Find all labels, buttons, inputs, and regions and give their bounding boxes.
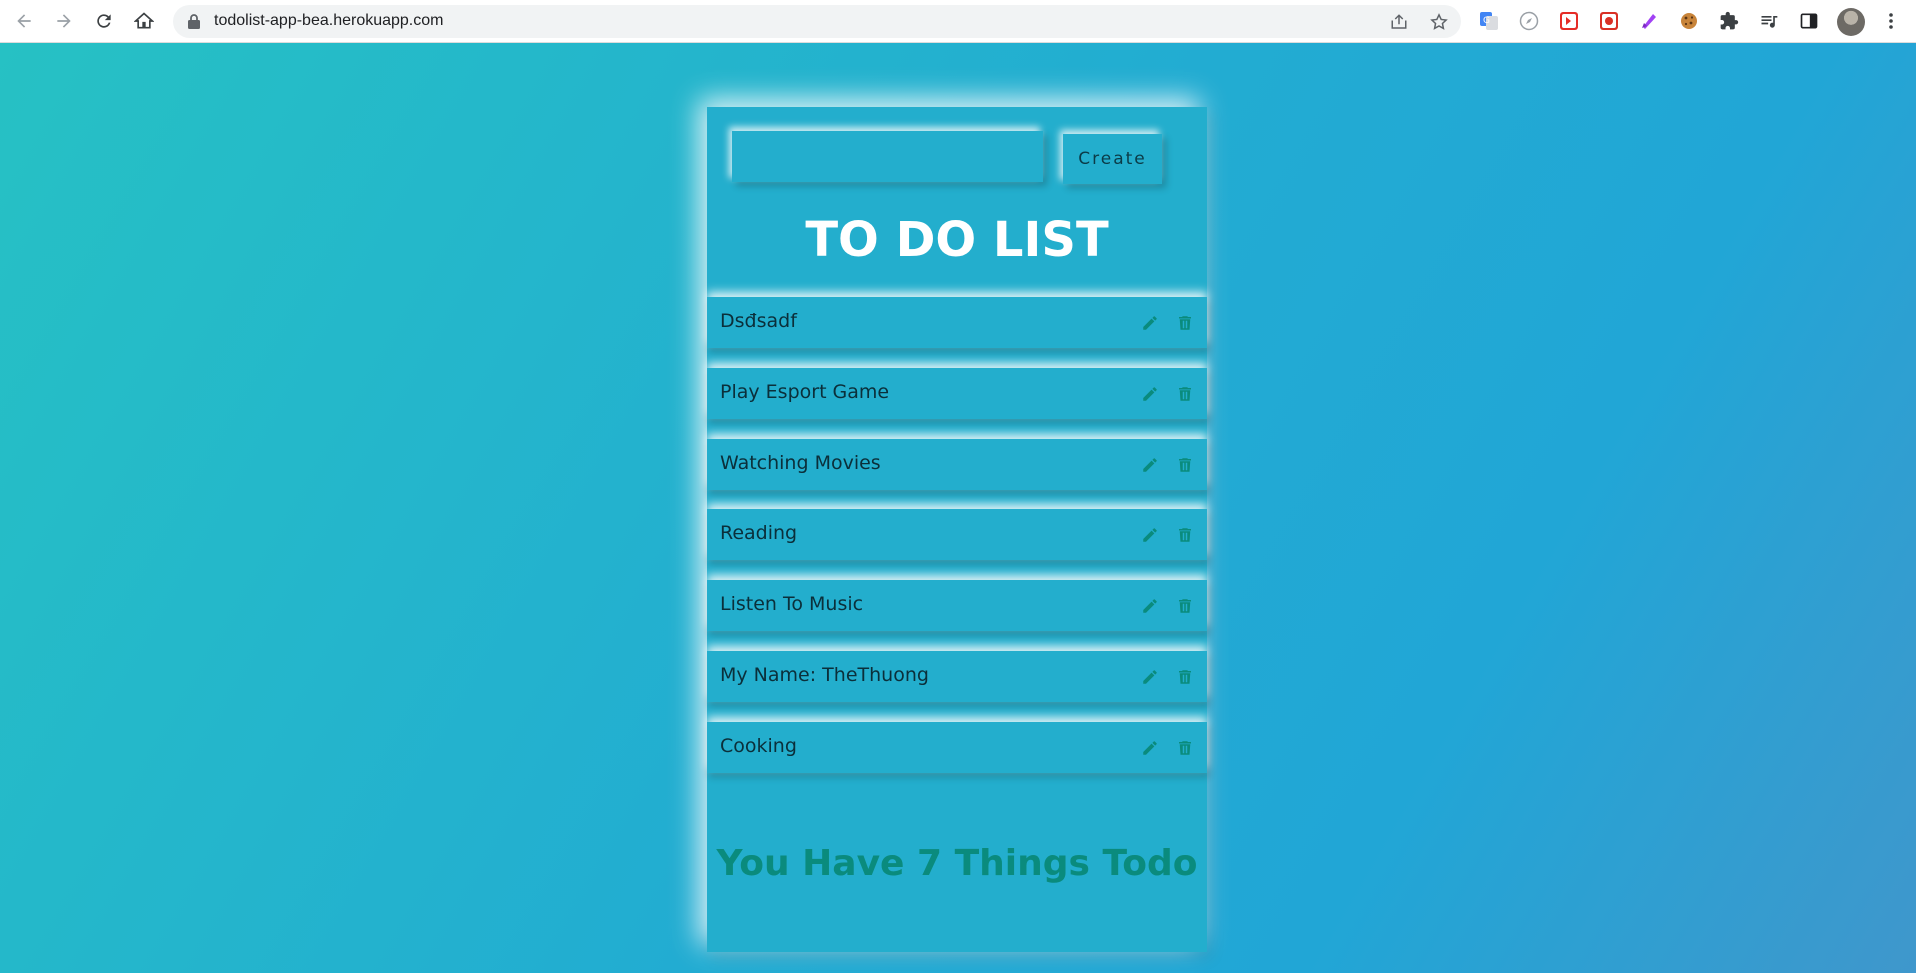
url-text[interactable]: todolist-app-bea.herokuapp.com	[214, 12, 443, 30]
cookie-icon[interactable]	[1678, 10, 1700, 32]
google-translate-icon[interactable]: G	[1478, 10, 1500, 32]
task-count-summary: You Have 7 Things Todo	[716, 843, 1198, 884]
trash-icon[interactable]	[1175, 738, 1195, 758]
pencil-icon[interactable]	[1140, 313, 1160, 333]
create-button[interactable]: Create	[1063, 134, 1162, 184]
task-text: Watching Movies	[720, 452, 881, 474]
purple-extension-icon[interactable]	[1638, 10, 1660, 32]
page-background: Create TO DO LIST Dsđsadf Play Esport Ga…	[0, 43, 1916, 973]
trash-icon[interactable]	[1175, 313, 1195, 333]
compass-icon[interactable]	[1518, 10, 1540, 32]
share-icon[interactable]	[1390, 13, 1408, 31]
pencil-icon[interactable]	[1140, 525, 1160, 545]
address-bar[interactable]: todolist-app-bea.herokuapp.com	[173, 5, 1461, 38]
trash-icon[interactable]	[1175, 455, 1195, 475]
list-item: Play Esport Game	[707, 368, 1207, 419]
profile-avatar[interactable]	[1837, 8, 1865, 36]
list-item: Cooking	[707, 722, 1207, 773]
reload-icon[interactable]	[91, 8, 117, 34]
task-text: Dsđsadf	[720, 310, 797, 332]
lock-icon[interactable]	[187, 14, 201, 29]
bookmark-star-icon[interactable]	[1430, 13, 1448, 31]
new-task-input[interactable]	[732, 131, 1043, 182]
youtube-red-icon[interactable]	[1558, 10, 1580, 32]
pencil-icon[interactable]	[1140, 384, 1160, 404]
trash-icon[interactable]	[1175, 525, 1195, 545]
trash-icon[interactable]	[1175, 384, 1195, 404]
list-item: Dsđsadf	[707, 297, 1207, 348]
kebab-menu-icon[interactable]	[1880, 10, 1902, 32]
list-item: My Name: TheThuong	[707, 651, 1207, 702]
pencil-icon[interactable]	[1140, 455, 1160, 475]
pencil-icon[interactable]	[1140, 738, 1160, 758]
pencil-icon[interactable]	[1140, 667, 1160, 687]
pencil-icon[interactable]	[1140, 596, 1160, 616]
side-panel-icon[interactable]	[1798, 10, 1820, 32]
todo-card: Create TO DO LIST Dsđsadf Play Esport Ga…	[707, 107, 1207, 952]
task-text: Reading	[720, 522, 798, 544]
page-title: TO DO LIST	[805, 212, 1109, 268]
record-icon[interactable]	[1598, 10, 1620, 32]
task-text: Listen To Music	[720, 593, 864, 615]
forward-icon[interactable]	[51, 8, 77, 34]
task-text: Play Esport Game	[720, 381, 890, 403]
home-icon[interactable]	[131, 8, 157, 34]
svg-text:G: G	[1483, 16, 1490, 26]
back-icon[interactable]	[11, 8, 37, 34]
list-item: Reading	[707, 509, 1207, 560]
media-queue-icon[interactable]	[1758, 10, 1780, 32]
trash-icon[interactable]	[1175, 667, 1195, 687]
browser-toolbar: todolist-app-bea.herokuapp.com G	[0, 0, 1916, 43]
trash-icon[interactable]	[1175, 596, 1195, 616]
list-item: Watching Movies	[707, 439, 1207, 490]
list-item: Listen To Music	[707, 580, 1207, 631]
puzzle-icon[interactable]	[1718, 10, 1740, 32]
task-text: Cooking	[720, 735, 797, 757]
task-text: My Name: TheThuong	[720, 664, 929, 686]
